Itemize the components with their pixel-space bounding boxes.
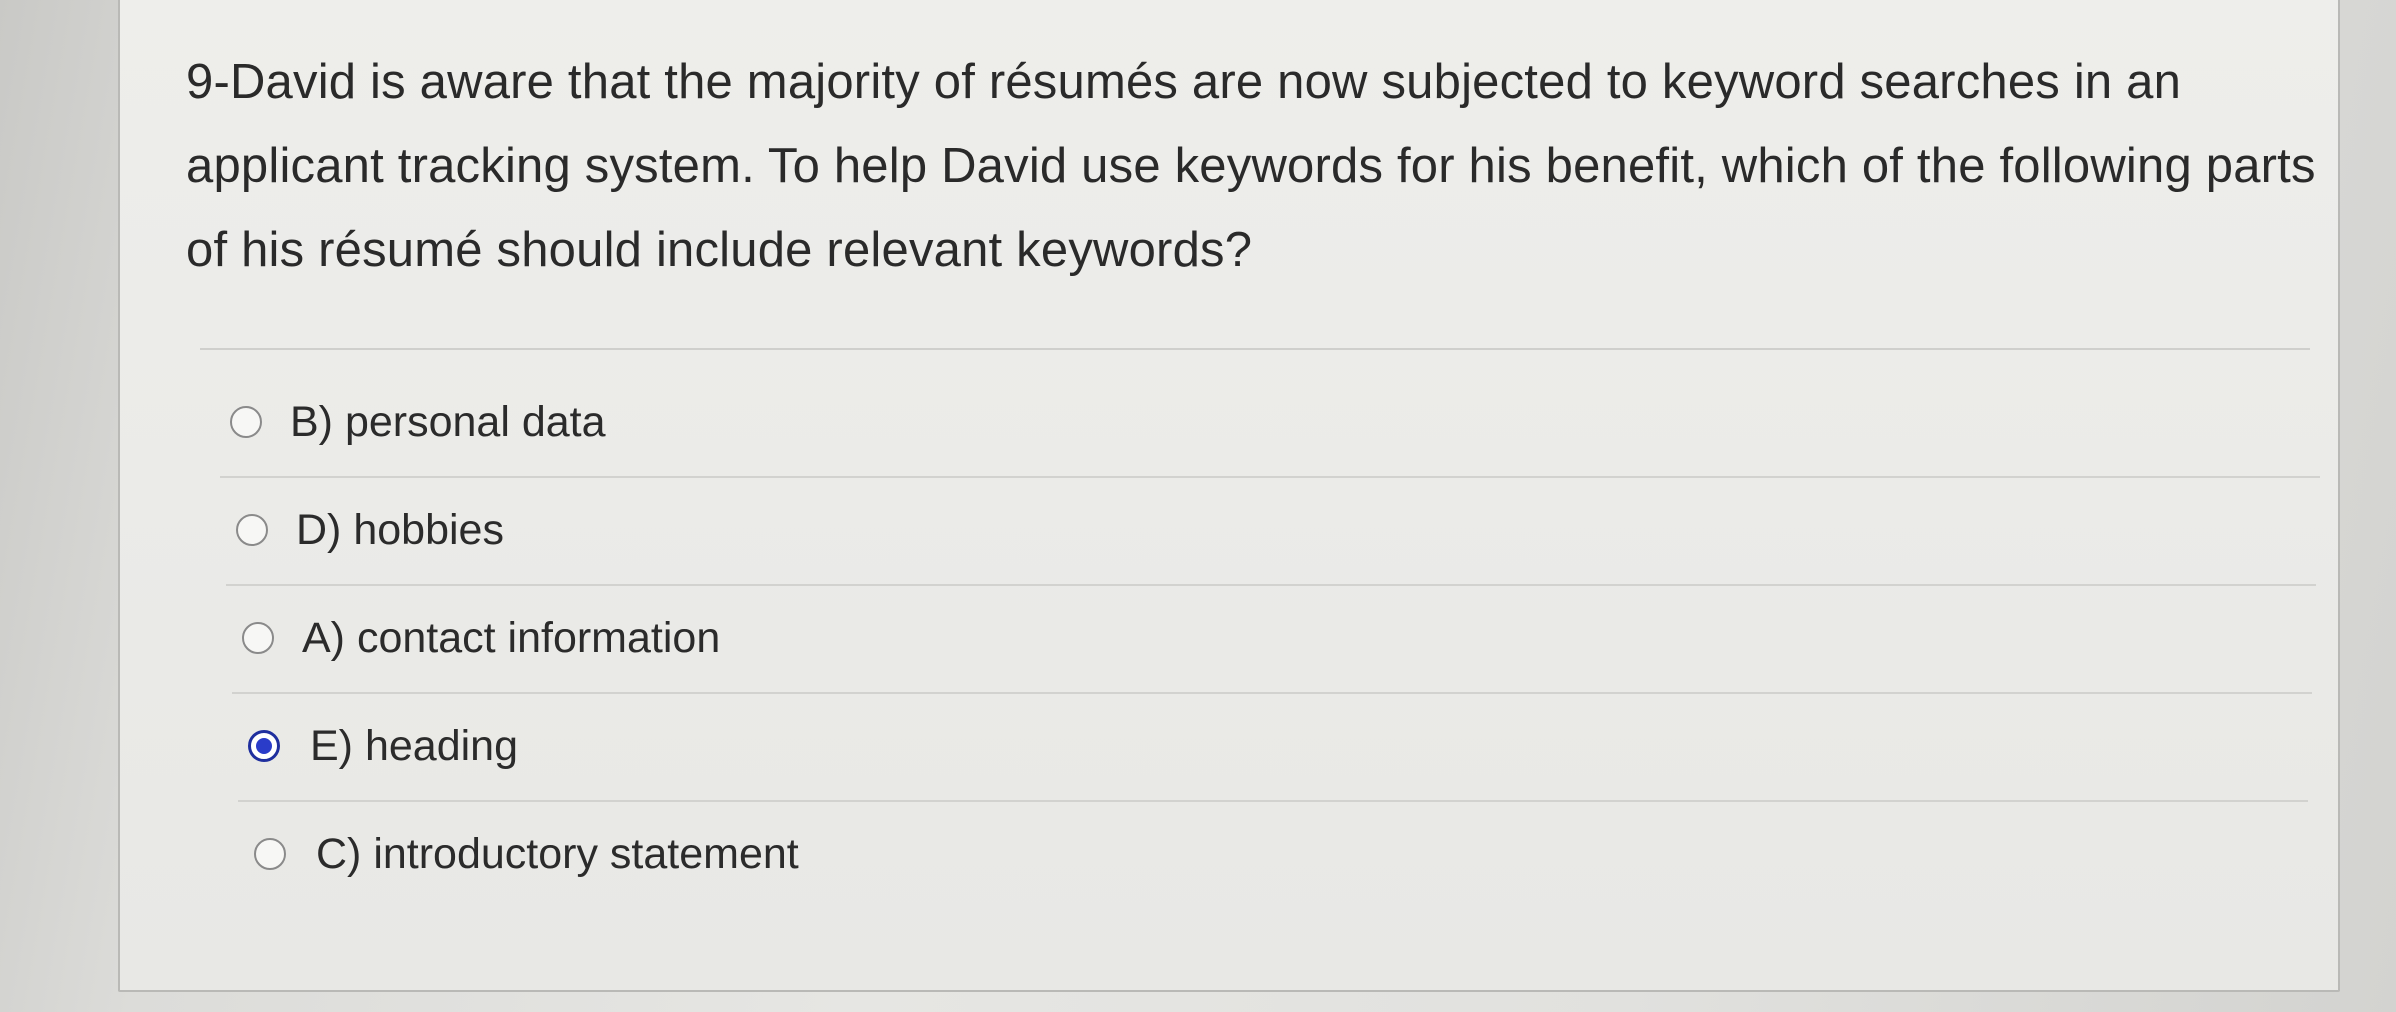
option-b-personal-data[interactable]: B) personal data: [120, 370, 2338, 478]
option-label[interactable]: A) contact information: [302, 612, 720, 664]
option-label[interactable]: C) introductory statement: [316, 828, 799, 880]
radio-button[interactable]: [236, 514, 268, 546]
option-label[interactable]: E) heading: [310, 720, 518, 772]
radio-button-selected[interactable]: [248, 730, 280, 762]
radio-button[interactable]: [242, 622, 274, 654]
option-label[interactable]: B) personal data: [290, 396, 606, 448]
option-e-heading[interactable]: E) heading: [120, 694, 2338, 802]
question-divider: [200, 348, 2310, 350]
question-text: 9-David is aware that the majority of ré…: [186, 55, 2316, 277]
radio-button[interactable]: [254, 838, 286, 870]
answer-options: B) personal data D) hobbies A) contact i…: [120, 370, 2338, 910]
question-card: 9-David is aware that the majority of ré…: [118, 0, 2340, 992]
option-a-contact-information[interactable]: A) contact information: [120, 586, 2338, 694]
option-c-introductory-statement[interactable]: C) introductory statement: [120, 802, 2338, 910]
option-label[interactable]: D) hobbies: [296, 504, 504, 556]
radio-button[interactable]: [230, 406, 262, 438]
option-d-hobbies[interactable]: D) hobbies: [120, 478, 2338, 586]
